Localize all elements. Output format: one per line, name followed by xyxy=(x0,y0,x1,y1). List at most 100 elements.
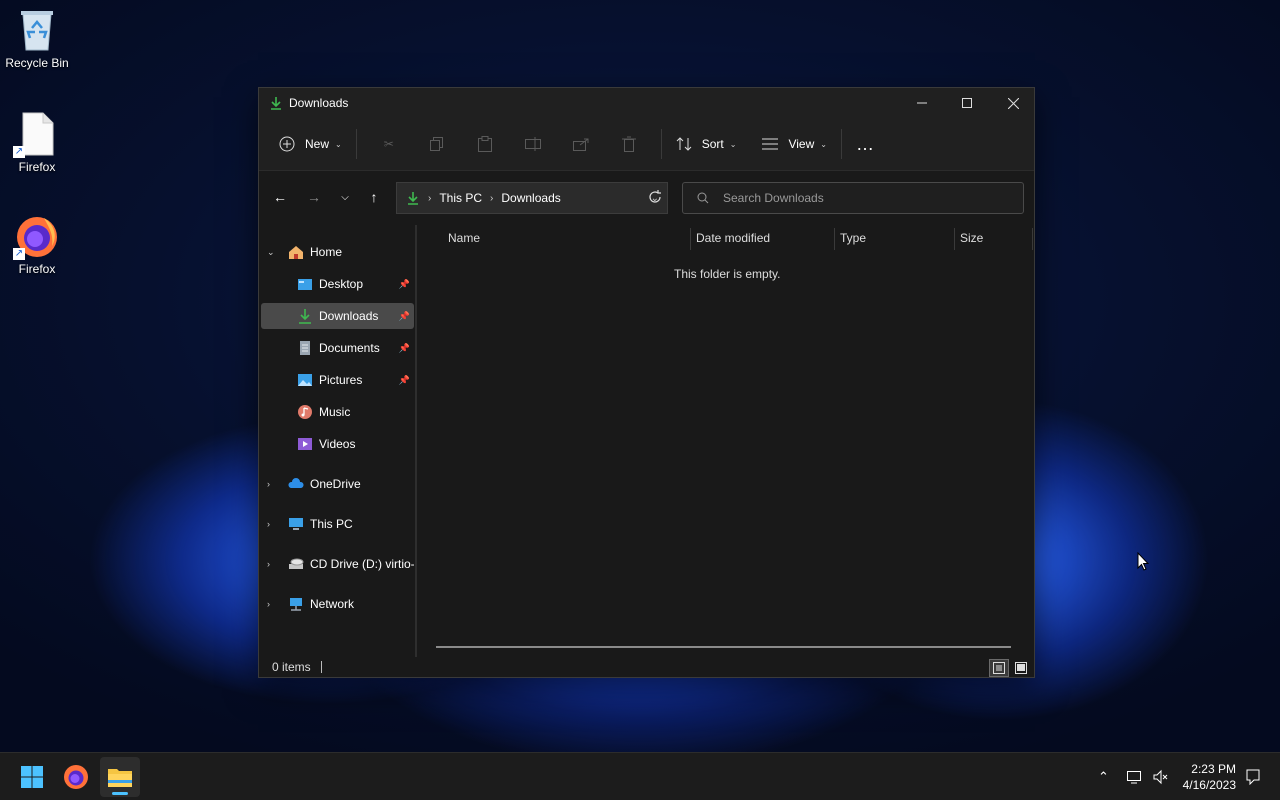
chevron-right-icon: › xyxy=(267,559,270,569)
column-header-label: Type xyxy=(840,231,867,245)
search-icon xyxy=(697,192,709,204)
minimize-button[interactable] xyxy=(899,88,945,118)
column-header-size[interactable]: Size xyxy=(960,225,983,251)
details-view-button[interactable] xyxy=(989,659,1009,677)
paste-icon xyxy=(477,136,492,152)
horizontal-scrollbar[interactable] xyxy=(436,646,1011,648)
pictures-icon xyxy=(297,372,313,388)
start-button[interactable] xyxy=(12,757,52,797)
sidebar-item-documents[interactable]: Documents 📌 xyxy=(261,335,414,361)
chevron-right-icon: › xyxy=(267,599,270,609)
sidebar-item-label: Documents xyxy=(319,341,380,355)
desktop-icon-label: Firefox xyxy=(18,262,56,276)
share-icon xyxy=(572,138,589,151)
chevron-right-icon: › xyxy=(267,519,270,529)
sidebar-item-onedrive[interactable]: › OneDrive xyxy=(259,471,414,497)
chevron-down-icon: ⌄ xyxy=(729,139,737,149)
column-header-name[interactable]: Name xyxy=(448,225,480,251)
sidebar-item-label: Network xyxy=(310,597,355,611)
shortcut-arrow-icon: ↗ xyxy=(13,248,25,260)
sidebar-item-pictures[interactable]: Pictures 📌 xyxy=(261,367,414,393)
sidebar-item-desktop[interactable]: Desktop 📌 xyxy=(261,271,414,297)
navigation-pane: ⌄ Home Desktop 📌 Downloads 📌 Documents 📌… xyxy=(259,225,416,657)
sidebar-item-label: CD Drive (D:) virtio-win xyxy=(310,557,414,571)
show-hidden-icons-button[interactable]: ⌃ xyxy=(1098,753,1109,800)
status-separator xyxy=(320,661,322,673)
sidebar-item-label: Videos xyxy=(319,437,356,451)
desktop-icon-recycle-bin[interactable]: Recycle Bin xyxy=(0,8,74,70)
pin-icon: 📌 xyxy=(398,278,410,289)
sort-button[interactable]: Sort ⌄ xyxy=(670,127,743,161)
column-separator[interactable] xyxy=(690,228,691,250)
column-header-date-modified[interactable]: Date modified xyxy=(696,225,770,251)
download-icon xyxy=(271,97,281,110)
delete-button[interactable] xyxy=(605,127,653,161)
network-tray-button[interactable] xyxy=(1126,753,1142,800)
title-bar[interactable]: Downloads xyxy=(259,88,1034,118)
address-bar[interactable]: › This PC › Downloads ⌄ xyxy=(396,182,668,214)
column-header-type[interactable]: Type xyxy=(840,225,866,251)
sort-label: Sort xyxy=(701,137,724,151)
share-button[interactable] xyxy=(557,127,605,161)
forward-button[interactable]: → xyxy=(301,185,327,209)
sidebar-item-label: Home xyxy=(310,245,343,259)
back-button[interactable]: ← xyxy=(267,185,293,209)
sidebar-item-label: OneDrive xyxy=(310,477,361,491)
command-bar: New ⌄ ✂ Sort ⌄ View ⌄ … xyxy=(259,118,1034,171)
pin-icon: 📌 xyxy=(398,374,410,385)
recycle-bin-icon xyxy=(17,8,57,52)
taskbar-firefox[interactable] xyxy=(56,757,96,797)
sidebar-item-videos[interactable]: Videos xyxy=(261,431,414,457)
recent-locations-button[interactable]: ⌵ xyxy=(332,185,358,209)
refresh-button[interactable] xyxy=(642,185,668,209)
rename-button[interactable] xyxy=(509,127,557,161)
details-view-icon xyxy=(993,662,1005,674)
breadcrumb-downloads[interactable]: Downloads xyxy=(501,191,560,205)
clock[interactable]: 2:23 PM 4/16/2023 xyxy=(1183,761,1236,793)
sidebar-item-this-pc[interactable]: › This PC xyxy=(259,511,414,537)
firefox-icon xyxy=(64,765,88,789)
arrow-left-icon: ← xyxy=(273,189,287,205)
sidebar-item-cd-drive[interactable]: › CD Drive (D:) virtio-win xyxy=(259,551,414,577)
sidebar-item-music[interactable]: Music xyxy=(261,399,414,425)
minimize-icon xyxy=(917,102,927,104)
network-icon xyxy=(288,596,304,612)
separator xyxy=(660,129,662,159)
volume-tray-button[interactable] xyxy=(1152,753,1168,800)
start-icon xyxy=(21,766,43,788)
up-button[interactable]: ↑ xyxy=(361,185,387,209)
desktop-icon-label: Firefox xyxy=(18,160,56,174)
sidebar-item-downloads[interactable]: Downloads 📌 xyxy=(261,303,414,329)
maximize-button[interactable] xyxy=(944,88,990,118)
sidebar-item-network[interactable]: › Network xyxy=(259,591,414,617)
chevron-down-icon: ⌵ xyxy=(341,191,349,203)
cut-button[interactable]: ✂ xyxy=(365,127,413,161)
search-box[interactable]: Search Downloads xyxy=(682,182,1024,214)
column-separator[interactable] xyxy=(1032,228,1033,250)
close-button[interactable] xyxy=(990,88,1036,118)
clock-date: 4/16/2023 xyxy=(1182,778,1236,792)
tiles-view-button[interactable] xyxy=(1011,659,1031,677)
item-count: 0 items xyxy=(272,660,311,674)
new-button[interactable]: New ⌄ xyxy=(273,127,348,161)
view-button[interactable]: View ⌄ xyxy=(756,127,833,161)
column-separator[interactable] xyxy=(954,228,955,250)
taskbar: ⌃ 2:23 PM 4/16/2023 xyxy=(0,752,1280,800)
paste-button[interactable] xyxy=(461,127,509,161)
sidebar-item-home[interactable]: ⌄ Home xyxy=(259,239,414,265)
tiles-view-icon xyxy=(1015,662,1027,674)
desktop-icon-firefox-file[interactable]: ↗ Firefox xyxy=(0,112,74,174)
pane-splitter[interactable] xyxy=(415,225,417,657)
taskbar-file-explorer[interactable] xyxy=(100,757,140,797)
breadcrumb-this-pc[interactable]: This PC xyxy=(439,191,482,205)
notifications-button[interactable] xyxy=(1246,753,1260,800)
desktop-icon-firefox[interactable]: ↗ Firefox xyxy=(0,214,74,276)
column-header-label: Date modified xyxy=(696,231,771,245)
sidebar-item-label: Desktop xyxy=(319,277,364,291)
copy-button[interactable] xyxy=(413,127,461,161)
chevron-right-icon: › xyxy=(490,192,494,204)
more-button[interactable]: … xyxy=(850,127,881,161)
column-separator[interactable] xyxy=(834,228,835,250)
chevron-down-icon: ⌄ xyxy=(267,246,275,257)
separator xyxy=(355,129,357,159)
